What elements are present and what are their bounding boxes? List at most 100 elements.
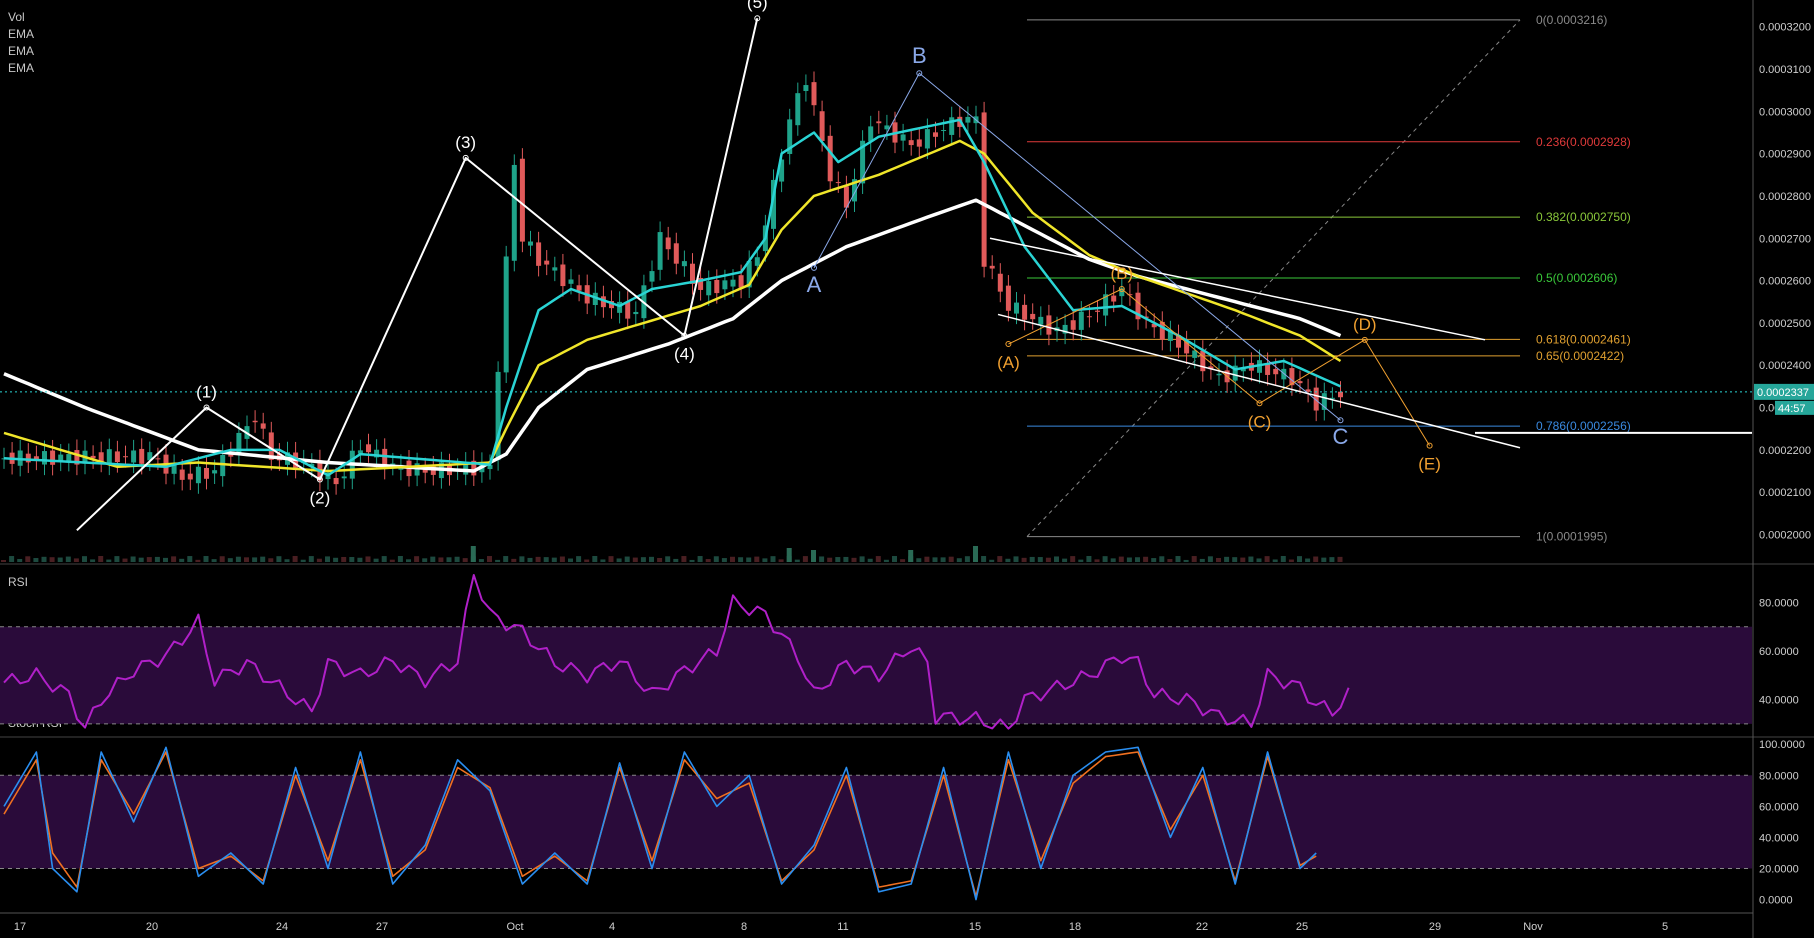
volume-bar [33,558,39,562]
correction-wave-pivot [1337,417,1344,424]
stoch-tick-label: 40.0000 [1759,832,1799,844]
candle-body [933,132,938,137]
volume-bar [535,556,541,562]
candle-body [876,121,882,124]
fib-level-label: 0.382(0.0002750) [1536,210,1631,224]
volume-bar [843,556,849,562]
candle-body [366,444,371,453]
volume-bar [422,558,428,562]
volume-bar [1037,557,1043,562]
candle-body [1216,373,1222,376]
volume-bar [146,557,152,562]
stoch-tick-label: 0.0000 [1759,895,1793,907]
volume-bar [1118,556,1124,562]
volume-bar [82,556,87,562]
volume-bar [171,556,177,562]
volume-bar [1248,556,1254,562]
candle-body [633,311,639,315]
candle-body [681,261,687,267]
volume-bar [867,558,873,562]
candle-body [819,111,825,141]
candle-body [155,458,161,460]
price-tick-label: 0.0002700 [1759,233,1811,245]
fib-level-label: 0.236(0.0002928) [1536,135,1631,149]
candle-body [560,264,566,287]
price-tick-label: 0.0002600 [1759,276,1811,288]
volume-bar [357,557,363,562]
candle-body [1005,285,1011,311]
rsi-tick-label: 80.0000 [1759,597,1799,609]
candle-body [1086,316,1092,318]
price-tick-label: 0.0003200 [1759,22,1811,34]
impulse-wave-label: (4) [674,345,695,364]
time-tick-label: 15 [969,921,981,933]
candle-body [916,139,922,147]
fib-level-label: 1(0.0001995) [1536,530,1607,544]
volume-bar [308,556,314,562]
ema-slow-line [3,198,1342,473]
candle-body [1022,304,1028,320]
candle-body [1078,311,1084,330]
volume-bar [495,559,501,562]
volume-bar [235,556,241,562]
triangle-wave-label: (E) [1418,455,1441,474]
volume-bar [122,558,128,562]
time-tick-label: 5 [1662,921,1668,933]
volume-bar [260,556,266,562]
time-tick-label: 29 [1429,921,1441,933]
volume-bar [1199,558,1205,562]
candle-body [544,260,550,265]
volume-bar [730,556,735,562]
volume-bar [802,556,808,562]
volume-bar [754,556,760,562]
volume-bar [365,556,371,562]
volume-bar [25,556,31,562]
volume-bar [1070,556,1076,562]
candle-body [528,241,533,246]
candle-body [536,242,542,266]
volume-bar [713,556,719,562]
fib-level-label: 0.65(0.0002422) [1536,349,1624,363]
volume-bar [244,557,249,562]
price-tick-label: 0.0002100 [1759,487,1811,499]
candle-body [924,129,930,149]
volume-bar [333,557,339,562]
volume-bar [883,559,889,562]
fib-level-label: 0.618(0.0002461) [1536,332,1631,346]
time-tick-label: Nov [1523,921,1543,933]
volume-bar [1,560,6,562]
volume-bar [454,556,460,562]
volume-bar [908,550,914,562]
channel-upper-line [989,237,1486,341]
volume-bar [924,556,930,562]
volume-bar [138,557,144,562]
candle-body [1200,350,1206,372]
volume-bar [227,558,233,562]
candle-body [1070,320,1076,330]
candle-body [738,275,744,288]
volume-bar [430,556,436,562]
volume-bar [292,556,298,562]
candle-body [66,454,72,461]
volume-bar [106,559,112,562]
volume-bar [130,556,136,562]
candle-body [730,279,736,287]
volume-bar [1175,556,1181,562]
candle-body [673,243,679,264]
candle-body [965,116,971,123]
volume-bar [762,558,768,562]
volume-bar [438,557,444,562]
price-chart[interactable]: 0.0003200 0.0003100 0.0003000 0.0002900 0.00… [0,0,1814,938]
volume-bar [41,556,47,562]
candle-body [552,267,558,271]
volume-bar [90,559,96,562]
volume-bar [1272,559,1278,562]
stoch-tick-label: 80.0000 [1759,770,1799,782]
candle-body [900,134,906,141]
volume-bar [997,556,1003,562]
volume-bar [1329,557,1335,562]
volume-bar [697,556,703,562]
volume-bar [114,556,120,562]
candle-body [997,273,1003,292]
volume-bar [827,557,833,562]
